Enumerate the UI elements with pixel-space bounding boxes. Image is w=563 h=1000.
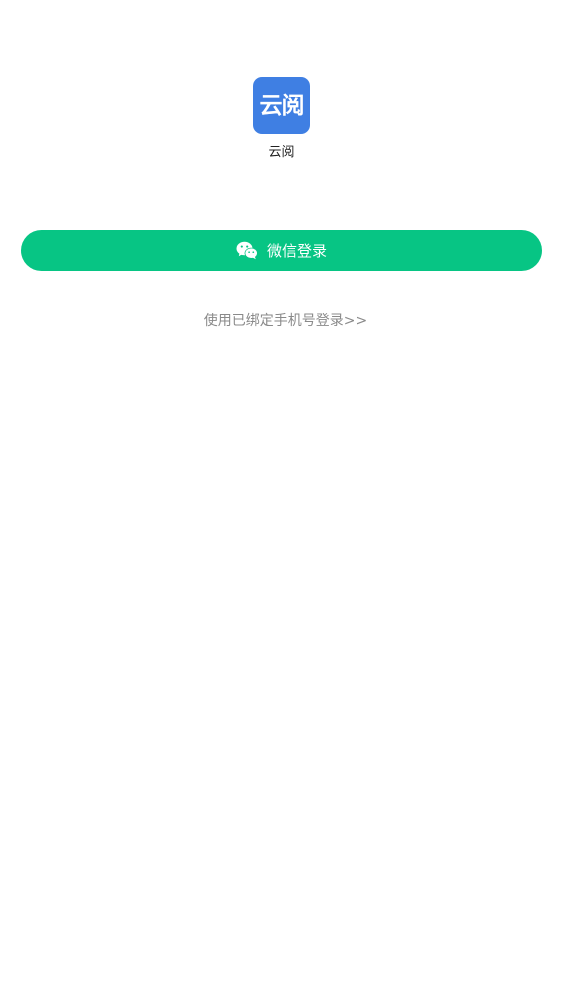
wechat-login-label: 微信登录 <box>266 241 327 260</box>
wechat-icon <box>236 241 258 260</box>
phone-login-link[interactable]: 使用已绑定手机号登录>> <box>0 311 563 331</box>
app-logo: 云阅 <box>253 77 310 134</box>
app-logo-text: 云阅 <box>259 92 305 119</box>
wechat-login-button[interactable]: 微信登录 <box>21 230 542 271</box>
app-name: 云阅 <box>268 145 295 160</box>
